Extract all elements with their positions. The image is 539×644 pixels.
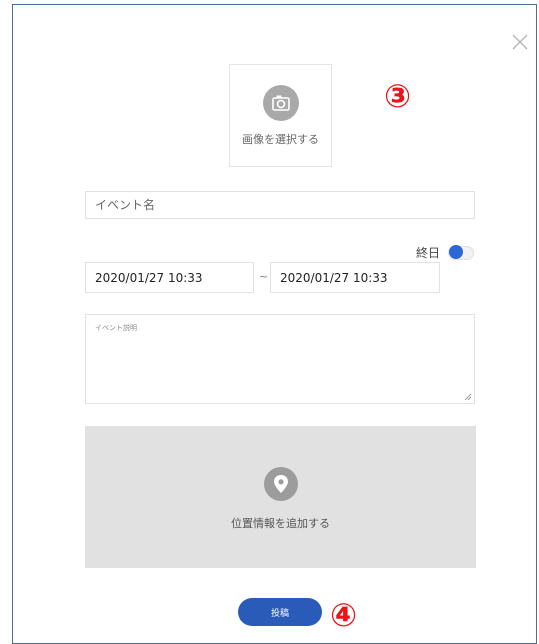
image-picker-button[interactable]: 画像を選択する [229,64,332,167]
all-day-label: 終日 [416,246,441,260]
step-marker-4: ④ [330,596,358,634]
step-marker-3: ③ [384,77,412,115]
add-location-label: 位置情報を追加する [231,517,330,530]
start-datetime-field[interactable] [85,262,254,293]
event-name-input[interactable] [85,191,475,219]
date-range-separator: ~ [259,270,269,283]
end-datetime-field[interactable] [270,262,440,293]
all-day-toggle[interactable] [448,245,474,260]
toggle-knob [449,245,463,259]
image-picker-label: 画像を選択する [242,133,319,146]
post-button[interactable]: 投稿 [238,598,322,626]
camera-icon [263,85,299,121]
close-icon[interactable] [511,33,529,51]
add-location-button[interactable]: 位置情報を追加する [85,426,476,568]
event-description-textarea[interactable] [85,314,475,404]
map-pin-icon [264,467,298,501]
resize-grip-icon[interactable] [464,393,472,401]
